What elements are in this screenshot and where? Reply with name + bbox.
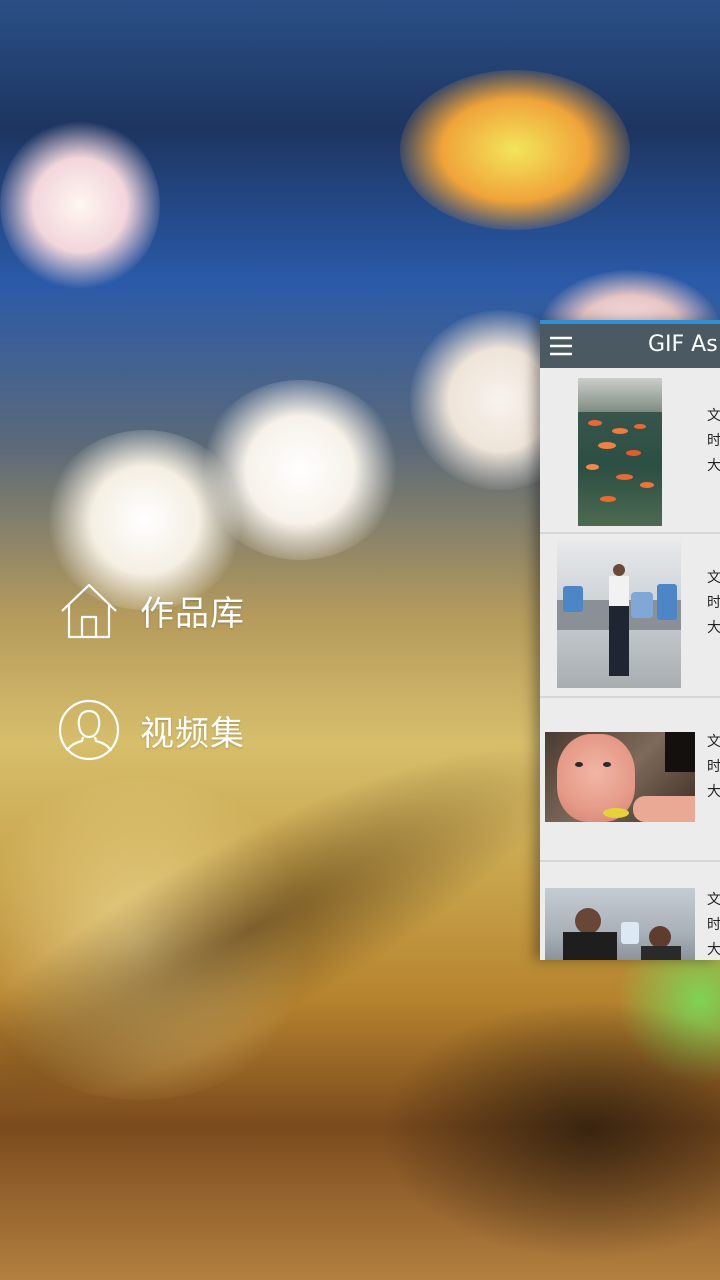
drawer-item-label: 作品库	[140, 593, 245, 634]
item-meta: 文 时 大	[707, 888, 720, 960]
list-item[interactable]: 文 时 大	[540, 862, 720, 960]
drawer-menu: 作品库 视频集	[58, 578, 245, 818]
bokeh-light	[400, 70, 630, 230]
gif-thumbnail	[545, 732, 695, 822]
gif-thumbnail	[557, 540, 681, 688]
item-meta: 文 时 大	[707, 566, 720, 641]
home-icon	[58, 579, 120, 641]
meta-line: 文	[707, 734, 720, 750]
meta-line: 大	[707, 620, 720, 636]
bokeh-light	[0, 120, 160, 290]
app-title: GIF As	[648, 332, 718, 357]
meta-line: 文	[707, 408, 720, 424]
item-meta: 文 时 大	[707, 404, 720, 479]
meta-line: 时	[707, 759, 720, 775]
meta-line: 文	[707, 892, 720, 908]
gif-thumbnail	[578, 378, 662, 526]
drawer-item-label: 视频集	[140, 713, 245, 754]
list-item[interactable]: 文 时 大	[540, 698, 720, 862]
meta-line: 大	[707, 784, 720, 800]
drawer-item-library[interactable]: 作品库	[58, 578, 245, 642]
meta-line: 时	[707, 595, 720, 611]
drawer-item-videos[interactable]: 视频集	[58, 698, 245, 762]
meta-line: 大	[707, 942, 720, 958]
dark-band	[380, 1000, 720, 1260]
list-item[interactable]: 文 时 大	[540, 534, 720, 698]
meta-line: 时	[707, 917, 720, 933]
item-meta: 文 时 大	[707, 730, 720, 805]
gif-thumbnail	[545, 888, 695, 960]
meta-line: 文	[707, 570, 720, 586]
user-icon	[58, 699, 120, 761]
menu-icon[interactable]	[548, 333, 574, 359]
main-panel-preview[interactable]: GIF As 文 时 大 文 时 大 文 时 大 文 时 大	[540, 320, 720, 960]
meta-line: 时	[707, 433, 720, 449]
meta-line: 大	[707, 458, 720, 474]
app-toolbar: GIF As	[540, 324, 720, 368]
list-item[interactable]: 文 时 大	[540, 370, 720, 534]
